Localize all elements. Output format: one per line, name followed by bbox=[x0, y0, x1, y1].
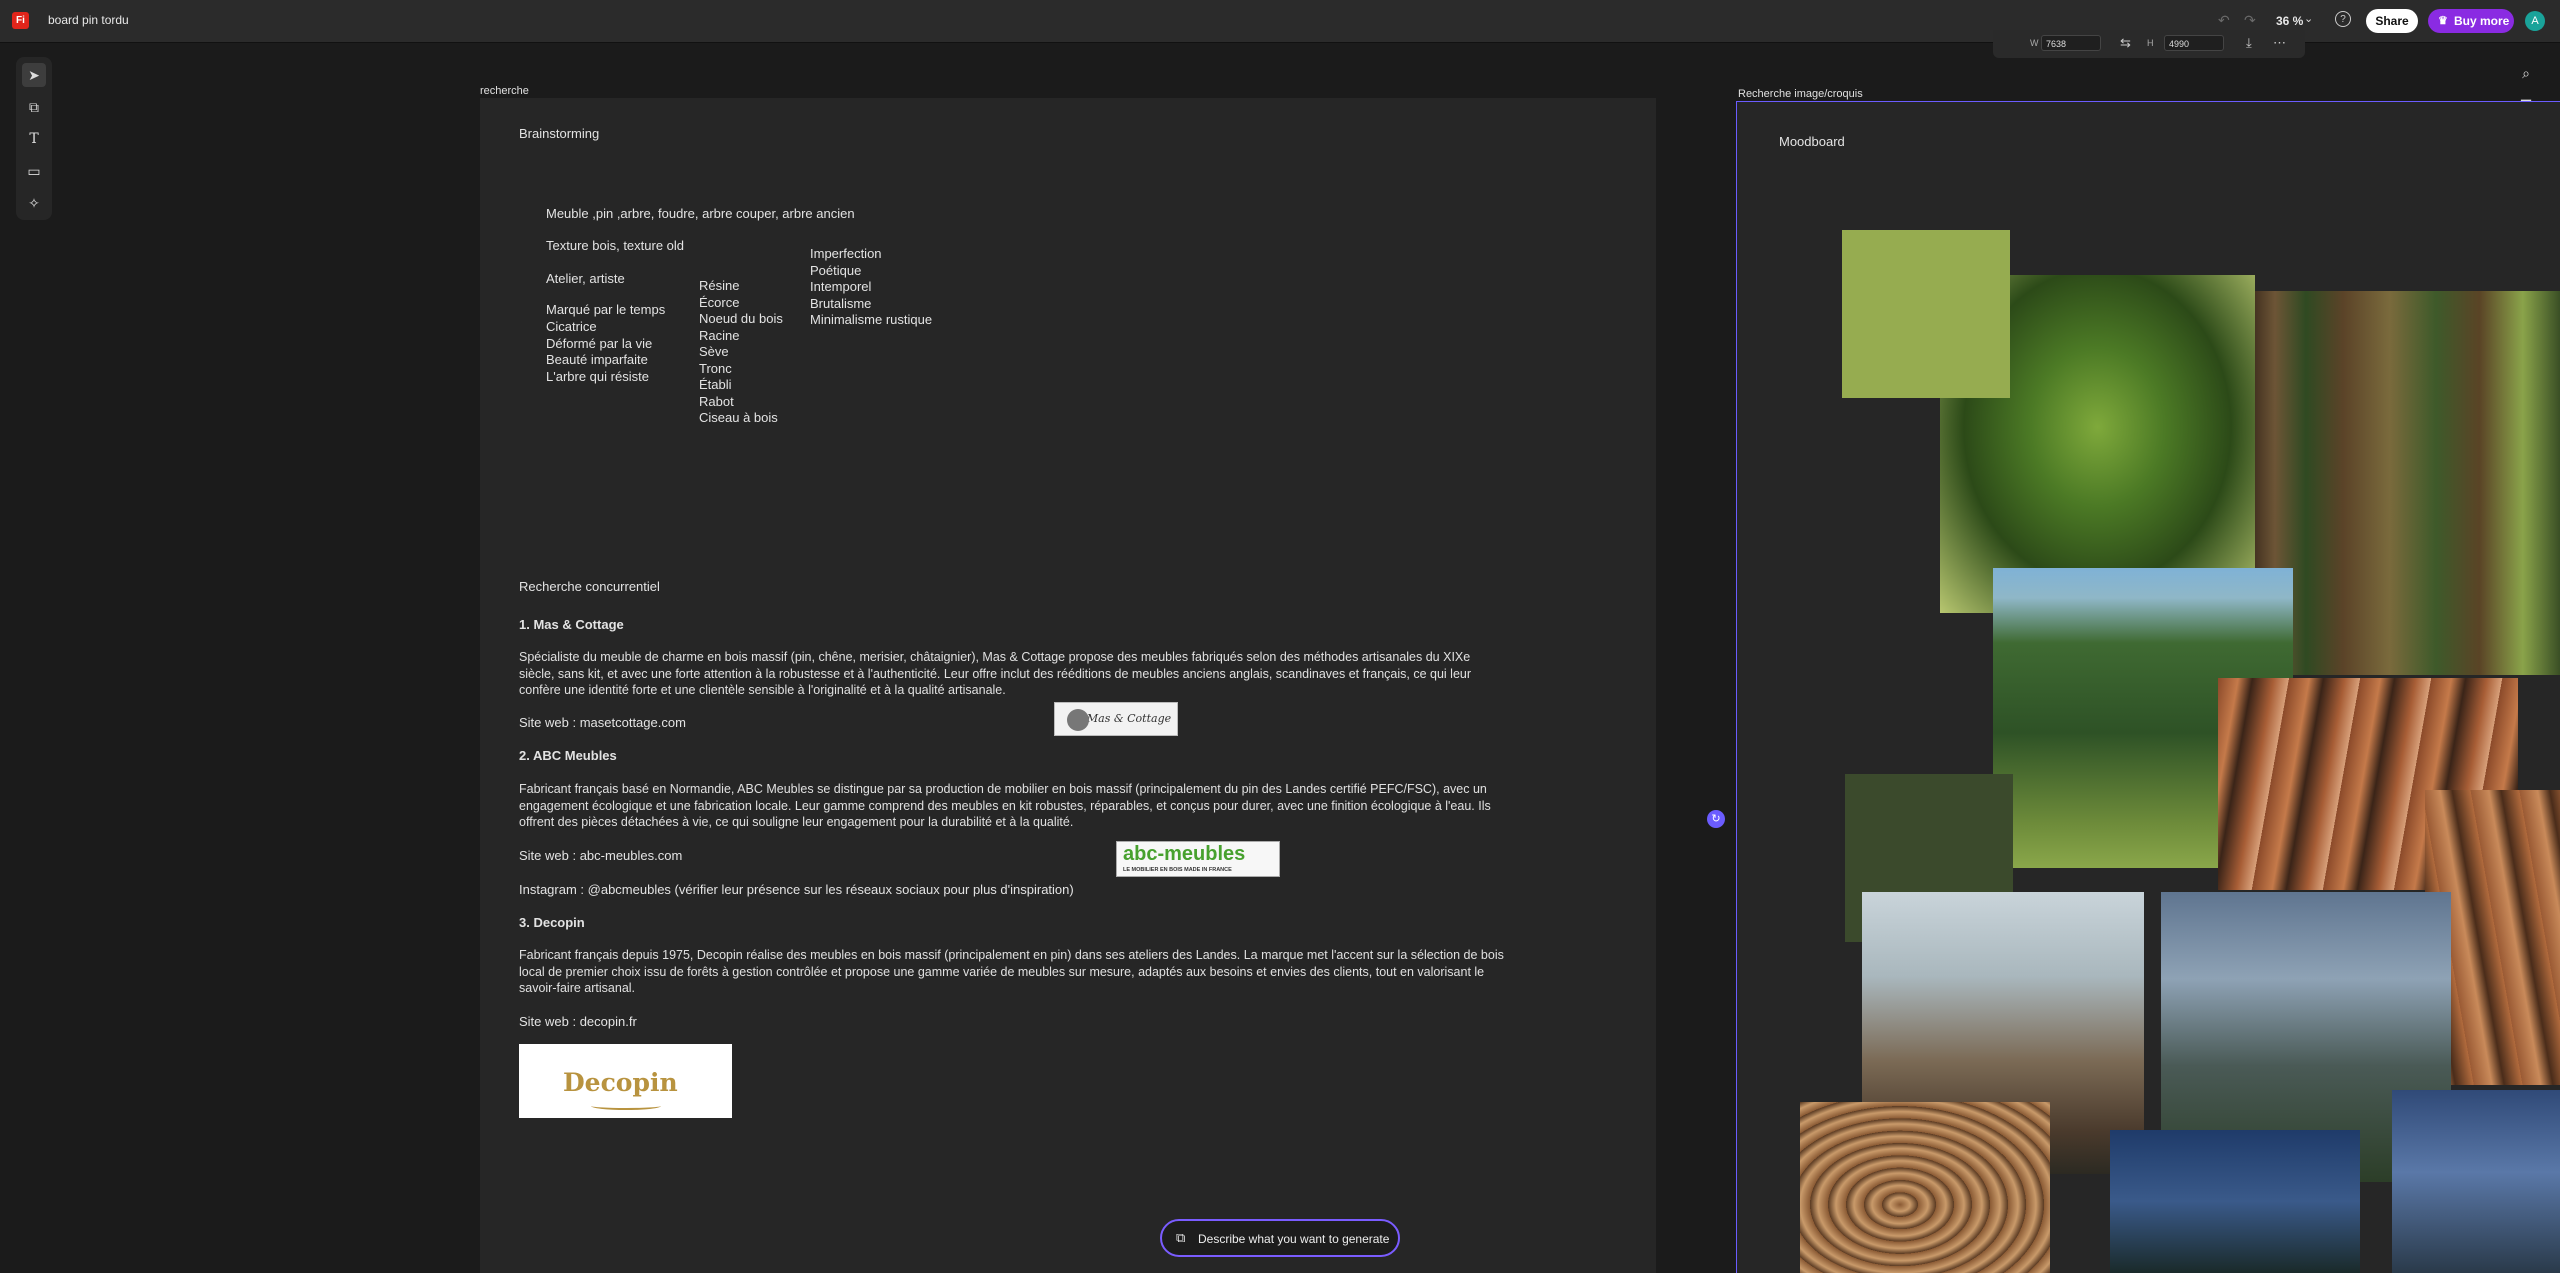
twisted-wood-photo[interactable] bbox=[1800, 1102, 2050, 1273]
shape-tool-icon[interactable]: ▭ bbox=[22, 159, 46, 183]
competitor-title: 1. Mas & Cottage bbox=[519, 617, 624, 632]
brainstorm-title: Brainstorming bbox=[519, 126, 600, 141]
keyword: Racine bbox=[699, 328, 740, 343]
zoom-level[interactable]: 36 % bbox=[2276, 14, 2303, 28]
keyword: Brutalisme bbox=[810, 296, 872, 311]
brainstorm-line: Atelier, artiste bbox=[546, 271, 625, 286]
competitor-title: 3. Decopin bbox=[519, 915, 585, 930]
height-label: H bbox=[2147, 38, 2154, 48]
artboard-tool-icon[interactable]: ⧉ bbox=[22, 95, 46, 119]
keyword: Minimalisme rustique bbox=[810, 312, 933, 327]
keyword: Beauté imparfaite bbox=[546, 352, 648, 367]
crown-icon: ♛ bbox=[2438, 15, 2448, 27]
keyword: Noeud du bois bbox=[699, 311, 783, 326]
competitor-description: Fabricant français basé en Normandie, AB… bbox=[519, 782, 1491, 829]
keyword: Poétique bbox=[810, 263, 862, 278]
forest-photo[interactable] bbox=[2250, 291, 2560, 675]
artboard-label-moodboard[interactable]: Recherche image/croquis bbox=[1738, 88, 1863, 100]
keyword: Marqué par le temps bbox=[546, 302, 666, 317]
download-icon[interactable]: ⤓ bbox=[2246, 35, 2252, 51]
competitor-title: 2. ABC Meubles bbox=[519, 748, 617, 763]
swap-dimensions-icon[interactable]: ⇆ bbox=[2120, 35, 2131, 51]
competitor-site: Site web : abc-meubles.com bbox=[519, 848, 683, 863]
generate-prompt-button[interactable]: ⧉ Describe what you want to generate bbox=[1160, 1219, 1400, 1257]
storm-pine-photo[interactable] bbox=[2110, 1130, 2360, 1273]
generate-icon: ⧉ bbox=[1176, 1230, 1186, 1245]
property-bar: W 7638 ⇆ H 4990 ⤓ ⋯ bbox=[1993, 30, 2305, 58]
keyword: L'arbre qui résiste bbox=[546, 369, 649, 384]
moodboard-title: Moodboard bbox=[1779, 134, 1845, 149]
competitors-title: Recherche concurrentiel bbox=[519, 579, 660, 594]
generate-image-tool-icon[interactable]: ✧ bbox=[22, 191, 46, 215]
rotate-handle-icon[interactable]: ↻ bbox=[1707, 810, 1725, 828]
competitor-site: Site web : decopin.fr bbox=[519, 1014, 637, 1029]
keyword: Cicatrice bbox=[546, 319, 597, 334]
left-toolbar: ➤ ⧉ T ▭ ✧ bbox=[16, 57, 52, 220]
keyword: Établi bbox=[699, 377, 732, 392]
width-field[interactable]: 7638 bbox=[2041, 35, 2101, 51]
logo-emblem bbox=[1067, 709, 1089, 731]
undo-icon[interactable]: ↶ bbox=[2218, 12, 2230, 29]
color-swatch-light-green[interactable] bbox=[1842, 230, 2010, 398]
storm-tree-photo[interactable] bbox=[2392, 1090, 2560, 1273]
artboard-label-recherche[interactable]: recherche bbox=[480, 85, 529, 97]
competitor-description: Spécialiste du meuble de charme en bois … bbox=[519, 650, 1472, 697]
brainstorm-line: Texture bois, texture old bbox=[546, 238, 685, 253]
mas-cottage-logo[interactable]: Mas & Cottage bbox=[1054, 702, 1178, 736]
competitor-instagram: Instagram : @abcmeubles (vérifier leur p… bbox=[519, 882, 1074, 897]
keyword: Rabot bbox=[699, 394, 734, 409]
select-tool-icon[interactable]: ➤ bbox=[22, 63, 46, 87]
text-tool-icon[interactable]: T bbox=[22, 127, 46, 151]
buy-more-button[interactable]: ♛ Buy more bbox=[2428, 9, 2514, 33]
keyword: Déformé par la vie bbox=[546, 336, 653, 351]
avatar[interactable]: A bbox=[2525, 11, 2545, 31]
logo-subtitle: LE MOBILIER EN BOIS MADE IN FRANCE bbox=[1123, 867, 1232, 873]
share-button[interactable]: Share bbox=[2366, 9, 2418, 33]
logo-text: Mas & Cottage bbox=[1086, 712, 1172, 725]
search-icon[interactable]: ⌕ bbox=[2514, 61, 2538, 85]
logo-text: Decopin bbox=[563, 1068, 678, 1097]
competitor-site: Site web : masetcottage.com bbox=[519, 715, 686, 730]
keyword: Sève bbox=[699, 344, 729, 359]
width-label: W bbox=[2030, 38, 2039, 48]
brainstorm-line: Meuble ,pin ,arbre, foudre, arbre couper… bbox=[546, 206, 855, 221]
competitor-description: Fabricant français depuis 1975, Decopin … bbox=[519, 948, 1504, 995]
buy-more-label: Buy more bbox=[2454, 14, 2510, 28]
decopin-logo[interactable]: Decopin bbox=[519, 1044, 732, 1118]
keyword: Imperfection bbox=[810, 246, 882, 261]
abc-meubles-logo[interactable]: abc-meubles LE MOBILIER EN BOIS MADE IN … bbox=[1116, 841, 1280, 877]
help-icon[interactable]: ? bbox=[2335, 11, 2351, 27]
more-icon[interactable]: ⋯ bbox=[2273, 35, 2286, 51]
keyword: Ciseau à bois bbox=[699, 410, 778, 425]
keyword: Tronc bbox=[699, 361, 732, 376]
keyword: Écorce bbox=[699, 295, 740, 310]
chevron-down-icon[interactable]: ⌄ bbox=[2304, 12, 2313, 25]
logo-swoosh bbox=[591, 1102, 661, 1110]
generate-label: Describe what you want to generate bbox=[1198, 1232, 1390, 1246]
redo-icon[interactable]: ↷ bbox=[2244, 12, 2256, 29]
height-field[interactable]: 4990 bbox=[2164, 35, 2224, 51]
document-title[interactable]: board pin tordu bbox=[48, 13, 129, 27]
app-logo[interactable]: Fi bbox=[12, 12, 29, 29]
keyword: Résine bbox=[699, 278, 740, 293]
logo-text: abc-meubles bbox=[1123, 843, 1246, 865]
keyword: Intemporel bbox=[810, 279, 872, 294]
